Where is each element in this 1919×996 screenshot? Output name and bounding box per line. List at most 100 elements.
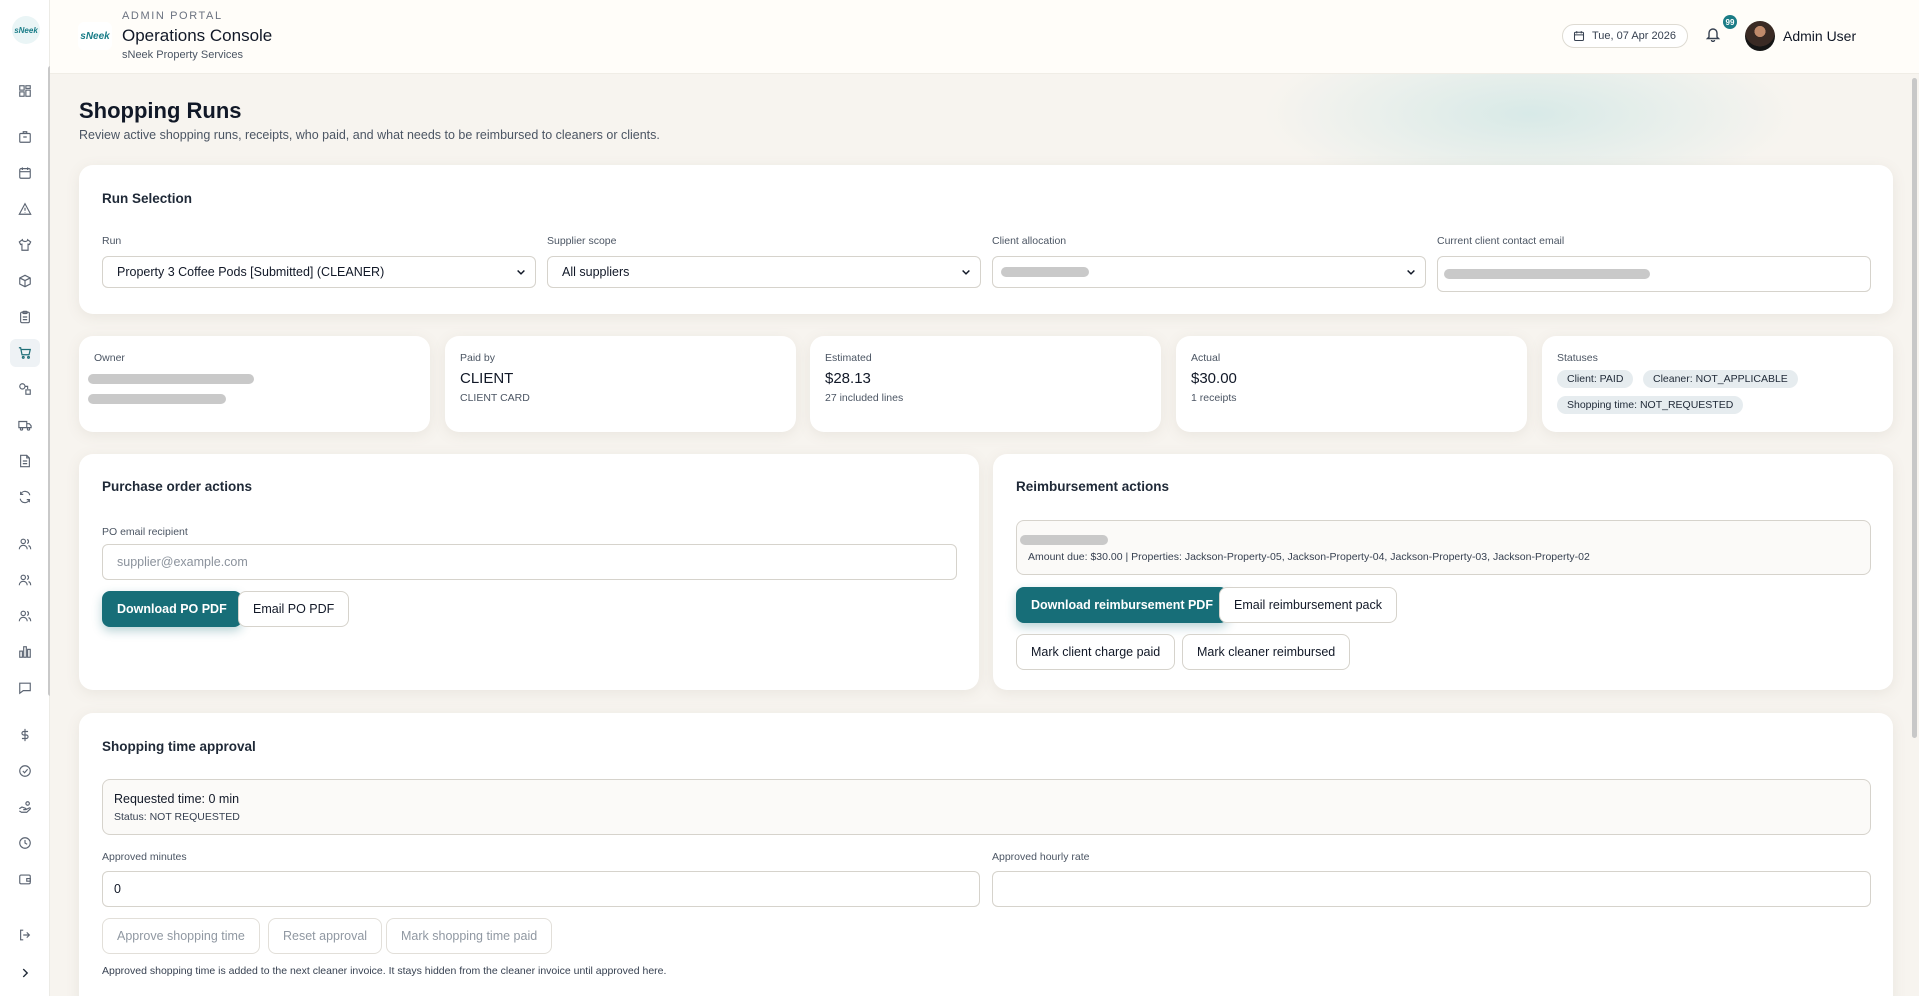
chevron-down-icon [962, 269, 970, 275]
sidebar-item-clients[interactable] [10, 602, 40, 630]
estimated-sub: 27 included lines [825, 392, 904, 404]
sidebar-item-inventory[interactable] [10, 267, 40, 295]
calendar-icon [19, 167, 31, 179]
logout-button[interactable] [10, 921, 40, 949]
mark-cleaner-reimbursed-button[interactable]: Mark cleaner reimbursed [1182, 634, 1351, 670]
portal-kicker: ADMIN PORTAL [122, 10, 223, 22]
box-icon [19, 274, 31, 288]
sidebar-item-finance[interactable] [10, 721, 40, 749]
sidebar-item-wallet[interactable] [10, 865, 40, 893]
sidebar-rail: sNeek [0, 0, 50, 996]
redacted-email [1444, 269, 1650, 279]
download-po-pdf-button[interactable]: Download PO PDF [102, 591, 242, 627]
message-icon [19, 682, 31, 695]
actual-value: $30.00 [1191, 370, 1237, 387]
sidebar-item-approvals[interactable] [10, 757, 40, 785]
actual-card: Actual $30.00 1 receipts [1176, 336, 1527, 432]
notifications-button[interactable] [1705, 26, 1723, 46]
sidebar-item-sync[interactable] [10, 483, 40, 511]
sidebar-item-invoices[interactable] [10, 447, 40, 475]
sidebar-item-issues[interactable] [10, 195, 40, 223]
estimated-card: Estimated $28.13 27 included lines [810, 336, 1161, 432]
status-badge-cleaner: Cleaner: NOT_APPLICABLE [1643, 370, 1798, 388]
truck-icon [18, 420, 32, 431]
download-reimbursement-pdf-button[interactable]: Download reimbursement PDF [1016, 587, 1228, 623]
supplier-scope-label: Supplier scope [547, 235, 617, 247]
refresh-icon [19, 490, 31, 504]
page-scrollbar[interactable] [1912, 78, 1917, 738]
chevron-down-icon [1407, 269, 1415, 275]
owner-card: Owner [79, 336, 430, 432]
approved-rate-label: Approved hourly rate [992, 851, 1090, 863]
paid-by-sub: CLIENT CARD [460, 392, 530, 404]
sidebar-item-users[interactable] [10, 530, 40, 558]
client-allocation-select[interactable] [992, 256, 1426, 288]
po-email-recipient-input[interactable]: supplier@example.com [102, 544, 957, 580]
redacted-client [1001, 267, 1089, 277]
run-selection-title: Run Selection [102, 191, 193, 206]
sidebar-item-reports[interactable] [10, 638, 40, 666]
bell-icon [1705, 28, 1721, 43]
status-badge-client: Client: PAID [1557, 370, 1634, 388]
paid-by-card: Paid by CLIENT CLIENT CARD [445, 336, 796, 432]
mark-shopping-time-paid-button[interactable]: Mark shopping time paid [386, 918, 553, 954]
sidebar-item-messages[interactable] [10, 674, 40, 702]
logout-icon [20, 929, 31, 941]
check-circle-icon [19, 765, 31, 777]
purchase-order-card: Purchase order actions PO email recipien… [79, 454, 979, 690]
cart-icon [18, 347, 32, 359]
supplier-scope-select[interactable]: All suppliers [547, 256, 981, 288]
user-name[interactable]: Admin User [1783, 28, 1856, 44]
approved-hourly-rate-input[interactable] [992, 871, 1871, 907]
calendar-icon [1573, 31, 1585, 42]
approved-minutes-label: Approved minutes [102, 851, 187, 863]
po-recipient-label: PO email recipient [102, 526, 188, 538]
sidebar-item-calendar[interactable] [10, 159, 40, 187]
paid-by-value: CLIENT [460, 370, 514, 387]
run-select-value: Property 3 Coffee Pods [Submitted] (CLEA… [117, 265, 385, 279]
sidebar-item-laundry[interactable] [10, 231, 40, 259]
sidebar-item-properties[interactable] [10, 123, 40, 151]
shopping-time-note: Approved shopping time is added to the n… [102, 965, 667, 977]
email-reimbursement-pack-button[interactable]: Email reimbursement pack [1219, 587, 1397, 623]
approve-shopping-time-button[interactable]: Approve shopping time [102, 918, 260, 954]
sidebar-item-deliveries[interactable] [10, 411, 40, 439]
approved-minutes-input[interactable]: 0 [102, 871, 980, 907]
sidebar-item-dashboard[interactable] [10, 77, 40, 105]
users-icon [18, 538, 32, 550]
wallet-icon [19, 874, 31, 885]
client-email-field[interactable] [1437, 256, 1871, 292]
notification-count-badge: 99 [1723, 15, 1737, 29]
sidebar-item-cleaners[interactable] [10, 566, 40, 594]
sidebar-item-workflows[interactable] [10, 375, 40, 403]
mark-client-charge-paid-button[interactable]: Mark client charge paid [1016, 634, 1176, 670]
redacted-owner-name [88, 374, 254, 384]
sidebar-item-checklists[interactable] [10, 303, 40, 331]
chevron-right-icon [22, 968, 29, 978]
run-selection-card: Run Selection Run Property 3 Coffee Pods… [79, 165, 1893, 314]
run-label: Run [102, 235, 122, 247]
email-po-pdf-button[interactable]: Email PO PDF [238, 591, 350, 627]
expand-sidebar-button[interactable] [10, 959, 40, 987]
reset-approval-button[interactable]: Reset approval [268, 918, 383, 954]
sidebar-item-time[interactable] [10, 829, 40, 857]
brand-logo: sNeek [78, 22, 112, 50]
portal-title: Operations Console [122, 26, 273, 45]
sidebar-item-shopping[interactable] [10, 339, 40, 367]
shopping-time-card: Shopping time approval Requested time: 0… [79, 713, 1893, 996]
avatar[interactable] [1745, 21, 1775, 51]
status-badge-shopping-time: Shopping time: NOT_REQUESTED [1557, 396, 1744, 414]
grid-icon [19, 85, 31, 97]
reimbursement-card: Reimbursement actions Amount due: $30.00… [993, 454, 1893, 690]
app-logo[interactable]: sNeek [12, 16, 40, 44]
run-select[interactable]: Property 3 Coffee Pods [Submitted] (CLEA… [102, 256, 536, 288]
sidebar-item-pay[interactable] [10, 793, 40, 821]
date-text: Tue, 07 Apr 2026 [1592, 30, 1676, 42]
document-icon [20, 454, 30, 468]
building-icon [19, 131, 31, 143]
purchase-order-title: Purchase order actions [102, 479, 253, 494]
date-chip[interactable]: Tue, 07 Apr 2026 [1562, 24, 1688, 48]
actual-sub: 1 receipts [1191, 392, 1237, 404]
po-email-placeholder: supplier@example.com [117, 555, 248, 569]
alert-triangle-icon [18, 202, 32, 215]
